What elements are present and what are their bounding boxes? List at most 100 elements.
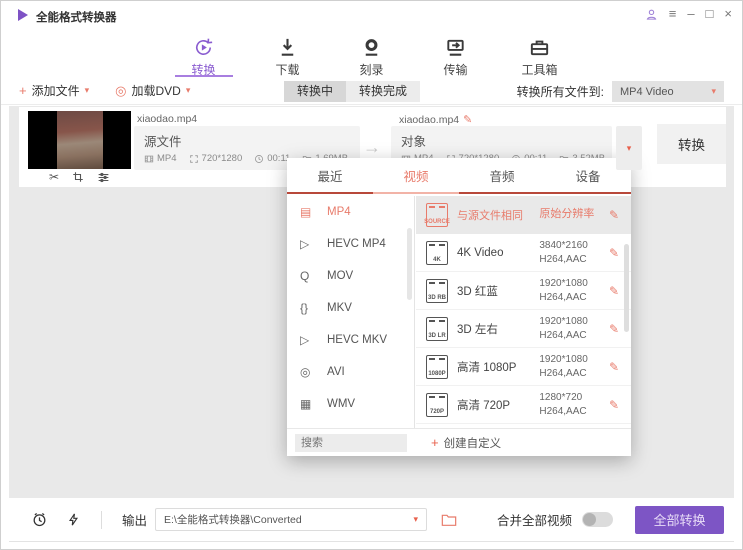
edit-preset-icon[interactable]: ✎: [609, 360, 619, 374]
tab-download[interactable]: 下载: [261, 29, 315, 79]
edit-preset-icon[interactable]: ✎: [609, 284, 619, 298]
preset-same-as-source[interactable]: SOURCE 与源文件相同 原始分辨率 ✎: [416, 196, 631, 234]
output-path-value: E:\全能格式转换器\Converted: [164, 512, 302, 527]
download-icon: [276, 36, 299, 59]
merge-all-label: 合并全部视频: [497, 510, 572, 529]
format-list: ▤ MP4 ▷ HEVC MP4 Q MOV {} MKV ▷ HEVC MKV…: [287, 196, 415, 428]
crop-icon[interactable]: [72, 171, 84, 183]
app-logo-icon: [18, 9, 28, 21]
open-folder-icon[interactable]: [441, 513, 457, 527]
load-dvd-caret-icon[interactable]: ▾: [186, 85, 191, 96]
tab-convert-label: 转换: [191, 61, 215, 78]
convert-all-to-value: MP4 Video: [620, 86, 674, 98]
titlebar: 全能格式转换器 ≡ – □ ×: [1, 1, 742, 29]
add-file-label: 添加文件: [32, 82, 80, 99]
load-dvd-label: 加载DVD: [131, 82, 180, 99]
preset-hd-720p[interactable]: 720P 高清 720P 1280*720H264,AAC ✎: [416, 386, 631, 424]
tab-burn[interactable]: 刻录: [345, 29, 399, 79]
convert-all-to-select[interactable]: MP4 Video ▾: [612, 81, 724, 102]
merge-all-toggle[interactable]: [582, 512, 613, 527]
format-dropdown-button[interactable]: ▾: [616, 126, 642, 170]
trim-icon[interactable]: ✂: [49, 170, 59, 184]
hevc-mkv-icon: ▷: [300, 333, 327, 347]
panel-footer: + 创建自定义: [287, 428, 631, 456]
tab-download-label: 下载: [275, 61, 299, 78]
edit-preset-icon[interactable]: ✎: [609, 208, 619, 222]
format-item-mov[interactable]: Q MOV: [287, 260, 414, 292]
effects-icon[interactable]: [97, 171, 110, 184]
avi-icon: ◎: [300, 365, 327, 379]
format-item-mp4[interactable]: ▤ MP4: [287, 196, 414, 228]
preset-hd-1080p[interactable]: 1080P 高清 1080P 1920*1080H264,AAC ✎: [416, 348, 631, 386]
format-panel: 最近 视频 音频 设备 ▤ MP4 ▷ HEVC MP4 Q MOV {} MK…: [287, 158, 631, 456]
preset-3d-rb-icon: 3D RB: [426, 279, 448, 303]
dropdown-caret-icon: ▾: [627, 143, 632, 154]
wmv-icon: ▦: [300, 397, 327, 411]
menu-icon[interactable]: ≡: [669, 6, 677, 22]
high-speed-icon[interactable]: [66, 511, 81, 528]
add-file-caret-icon[interactable]: ▾: [85, 85, 90, 96]
panel-tab-recent[interactable]: 最近: [287, 158, 373, 192]
load-dvd-button[interactable]: ◎ 加载DVD ▾: [115, 82, 190, 99]
film-icon: [144, 154, 154, 164]
convert-all-button[interactable]: 全部转换: [635, 506, 724, 534]
output-path-select[interactable]: E:\全能格式转换器\Converted ▾: [155, 508, 427, 531]
preset-list-scrollbar[interactable]: [624, 244, 629, 332]
resolution-icon: [189, 154, 199, 164]
preset-4k-video[interactable]: 4K 4K Video 3840*2160H264,AAC ✎: [416, 234, 631, 272]
convert-all-caret-icon: ▾: [711, 86, 716, 97]
app-title: 全能格式转换器: [36, 9, 117, 25]
format-search-input[interactable]: [295, 434, 407, 452]
preset-specs: 3840*2160H264,AAC: [539, 239, 609, 267]
minimize-icon[interactable]: –: [687, 6, 694, 22]
preset-list: SOURCE 与源文件相同 原始分辨率 ✎ 4K 4K Video 3840*2…: [416, 196, 631, 428]
rename-icon[interactable]: ✎: [463, 114, 472, 126]
toggle-knob: [583, 513, 596, 526]
format-item-wmv[interactable]: ▦ WMV: [287, 388, 414, 420]
preset-source-icon: SOURCE: [426, 203, 448, 227]
format-item-mkv[interactable]: {} MKV: [287, 292, 414, 324]
source-to-target-arrow-icon: →: [363, 137, 381, 158]
toolbox-icon: [528, 36, 551, 59]
tab-transfer-label: 传输: [443, 61, 467, 78]
tab-finished[interactable]: 转换完成: [346, 81, 420, 102]
maximize-icon[interactable]: □: [706, 6, 714, 22]
edit-preset-icon[interactable]: ✎: [609, 246, 619, 260]
plus-icon: +: [19, 83, 27, 98]
transfer-icon: [444, 36, 467, 59]
panel-tab-video[interactable]: 视频: [373, 158, 459, 192]
tab-transfer[interactable]: 传输: [429, 29, 483, 79]
create-custom-button[interactable]: + 创建自定义: [431, 435, 501, 451]
output-label: 输出: [122, 510, 147, 529]
output-caret-icon: ▾: [413, 514, 418, 525]
preset-specs: 1280*720H264,AAC: [539, 391, 609, 419]
mov-icon: Q: [300, 269, 327, 283]
format-item-hevc-mkv[interactable]: ▷ HEVC MKV: [287, 324, 414, 356]
preset-1080p-icon: 1080P: [426, 355, 448, 379]
edit-preset-icon[interactable]: ✎: [609, 322, 619, 336]
format-item-m4v[interactable]: ◺ M4V: [287, 420, 414, 428]
tab-convert[interactable]: 转换: [177, 29, 231, 79]
add-file-button[interactable]: + 添加文件 ▾: [19, 82, 89, 99]
close-icon[interactable]: ×: [724, 6, 732, 22]
convert-all-to-label: 转换所有文件到:: [517, 83, 604, 100]
target-card-title: 对象: [401, 131, 602, 150]
account-icon[interactable]: [645, 8, 658, 21]
format-item-hevc-mp4[interactable]: ▷ HEVC MP4: [287, 228, 414, 260]
preset-specs: 1920*1080H264,AAC: [539, 315, 609, 343]
mkv-icon: {}: [300, 301, 327, 315]
tab-toolbox-label: 工具箱: [521, 61, 557, 78]
format-item-avi[interactable]: ◎ AVI: [287, 356, 414, 388]
preset-3d-anaglyph[interactable]: 3D RB 3D 红蓝 1920*1080H264,AAC ✎: [416, 272, 631, 310]
edit-preset-icon[interactable]: ✎: [609, 398, 619, 412]
format-list-scrollbar[interactable]: [407, 228, 412, 300]
source-format: MP4: [144, 153, 177, 164]
tab-converting[interactable]: 转换中: [284, 81, 346, 102]
convert-row-button[interactable]: 转换: [657, 124, 726, 164]
preset-3d-lr-icon: 3D LR: [426, 317, 448, 341]
panel-tab-audio[interactable]: 音频: [459, 158, 545, 192]
tab-toolbox[interactable]: 工具箱: [513, 29, 567, 79]
preset-3d-sbs[interactable]: 3D LR 3D 左右 1920*1080H264,AAC ✎: [416, 310, 631, 348]
schedule-icon[interactable]: [31, 511, 48, 528]
video-thumbnail[interactable]: [28, 111, 131, 169]
